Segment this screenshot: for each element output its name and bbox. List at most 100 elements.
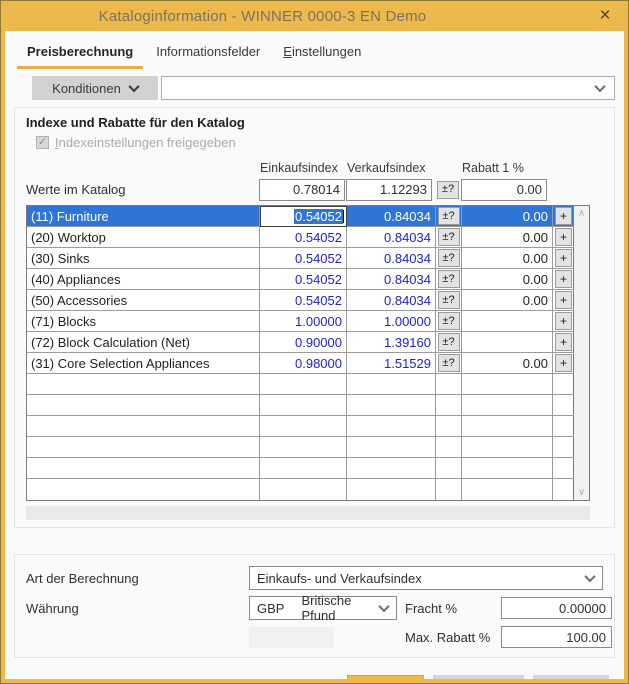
checkbox-checked-icon[interactable]: ✓ [36, 135, 49, 149]
row-name-cell: (20) Worktop [27, 227, 260, 248]
add-button[interactable]: + [555, 270, 572, 288]
table-row[interactable]: (71) Blocks 1.00000 1.00000 ±? + [27, 311, 574, 332]
table-row-empty [27, 416, 574, 437]
add-button[interactable]: + [555, 249, 572, 267]
empty-cell [347, 395, 436, 416]
tab-preisberechnung[interactable]: Preisberechnung [17, 41, 144, 69]
fracht-label: Fracht % [405, 600, 458, 616]
select-value: Einkaufs- und Verkaufsindex [257, 570, 422, 586]
index-section: Indexe und Rabatte für den Katalog ✓ Ind… [14, 107, 615, 528]
empty-cell [462, 395, 553, 416]
pm-cell: ±? [436, 290, 462, 311]
pm-cell: ±? [436, 206, 462, 227]
table-row[interactable]: (20) Worktop 0.54052 0.84034 ±? 0.00 + [27, 227, 574, 248]
horizontal-scrollbar[interactable] [26, 506, 590, 520]
add-button[interactable]: + [555, 207, 572, 225]
ok-button[interactable]: OK [347, 675, 425, 679]
add-button[interactable]: + [555, 228, 572, 246]
tab-informationsfelder[interactable]: Informationsfelder [146, 41, 270, 69]
table-row[interactable]: (72) Block Calculation (Net) 0.90000 1.391… [27, 332, 574, 353]
add-button[interactable]: + [555, 312, 572, 330]
vertical-scrollbar[interactable]: ∧ ∨ [574, 205, 590, 501]
verkaufsindex-cell[interactable]: 0.84034 [347, 206, 436, 227]
empty-cell [260, 458, 347, 479]
pm-cell: ±? [436, 227, 462, 248]
einkaufsindex-cell[interactable]: 0.54052 [260, 248, 347, 269]
plusminus-button[interactable]: ±? [437, 207, 460, 225]
table-row[interactable]: (11) Furniture 0.54052 0.84034 ±? 0.00 + [27, 206, 574, 227]
add-button[interactable]: + [555, 333, 572, 351]
plusminus-button[interactable]: ±? [437, 291, 460, 309]
table-row-empty [27, 479, 573, 500]
currency-name: Britische Pfund [301, 593, 352, 623]
text-caret [343, 210, 344, 223]
verkaufsindex-cell[interactable]: 0.84034 [347, 248, 436, 269]
verkaufsindex-cell[interactable]: 1.51529 [347, 353, 436, 374]
rabatt-cell[interactable]: 0.00 [462, 206, 553, 227]
plus-cell: + [553, 311, 574, 332]
close-icon[interactable]: × [592, 3, 618, 29]
chevron-down-icon [378, 600, 390, 613]
rabatt-cell[interactable] [462, 311, 553, 332]
table-row[interactable]: (30) Sinks 0.54052 0.84034 ±? 0.00 + [27, 248, 574, 269]
add-button[interactable]: + [555, 354, 572, 372]
plusminus-button[interactable]: ±? [437, 180, 459, 199]
einkaufsindex-cell[interactable]: 0.98000 [260, 353, 347, 374]
einkaufsindex-cell[interactable]: 0.54052 [260, 206, 347, 227]
scroll-down-icon[interactable]: ∨ [578, 487, 585, 498]
einkaufsindex-cell[interactable]: 0.90000 [260, 332, 347, 353]
plus-cell: + [553, 353, 574, 374]
art-der-berechnung-select[interactable]: Einkaufs- und Verkaufsindex [249, 566, 603, 590]
rabatt-cell[interactable] [462, 332, 553, 353]
empty-cell [436, 458, 462, 479]
verkaufsindex-cell[interactable]: 0.84034 [347, 227, 436, 248]
verkaufsindex-cell[interactable]: 1.39160 [347, 332, 436, 353]
rabatt-cell[interactable]: 0.00 [462, 269, 553, 290]
konditionen-combobox[interactable] [161, 76, 615, 100]
scroll-up-icon[interactable]: ∧ [578, 208, 585, 219]
plusminus-button[interactable]: ±? [437, 249, 460, 267]
help-button[interactable]: Hilfe [533, 675, 609, 679]
currency-select[interactable]: GBP Britische Pfund [249, 593, 397, 623]
tab-label: Preisberechnung [27, 44, 134, 59]
rabatt-cell[interactable]: 0.00 [462, 248, 553, 269]
table-row[interactable]: (31) Core Selection Appliances 0.98000 1.5… [27, 353, 574, 374]
empty-cell [347, 374, 436, 395]
fracht-field[interactable]: 0.00000 [501, 597, 612, 619]
verkaufsindex-cell[interactable]: 0.84034 [347, 290, 436, 311]
empty-cell [27, 479, 260, 500]
einkaufsindex-cell[interactable]: 0.54052 [260, 269, 347, 290]
verkaufsindex-cell[interactable]: 1.00000 [347, 311, 436, 332]
waehrung-label: Währung [26, 600, 79, 616]
verkaufsindex-cell[interactable]: 0.84034 [347, 269, 436, 290]
plusminus-button[interactable]: ±? [437, 354, 460, 372]
empty-cell [436, 395, 462, 416]
werte-verkaufsindex-field[interactable]: 1.12293 [346, 178, 432, 201]
werte-einkaufsindex-field[interactable]: 0.78014 [259, 178, 345, 201]
rabatt-cell[interactable]: 0.00 [462, 227, 553, 248]
empty-cell [27, 395, 260, 416]
tab-einstellungen[interactable]: Einstellungen [273, 41, 371, 69]
plusminus-button[interactable]: ±? [437, 312, 460, 330]
rabatt-cell[interactable]: 0.00 [462, 353, 553, 374]
einkaufsindex-cell[interactable]: 1.00000 [260, 311, 347, 332]
column-headers: Einkaufsindex Verkaufsindex Rabatt 1 % [26, 159, 603, 176]
plusminus-button[interactable]: ±? [437, 270, 460, 288]
rabatt-cell[interactable]: 0.00 [462, 290, 553, 311]
empty-cell [436, 374, 462, 395]
einkaufsindex-cell[interactable]: 0.54052 [260, 227, 347, 248]
konditionen-button[interactable]: Konditionen [32, 76, 158, 100]
empty-cell [553, 458, 574, 479]
dialog-window: Kataloginformation - WINNER 0000-3 EN De… [0, 0, 629, 684]
empty-cell [347, 437, 436, 458]
max-rabatt-field[interactable]: 100.00 [501, 626, 612, 648]
werte-rabatt-field[interactable]: 0.00 [461, 178, 547, 201]
plusminus-button[interactable]: ±? [437, 228, 460, 246]
plusminus-button[interactable]: ±? [437, 333, 460, 351]
cancel-button[interactable]: Abbrechen [433, 675, 524, 679]
table-row[interactable]: (40) Appliances 0.54052 0.84034 ±? 0.00 + [27, 269, 574, 290]
einkaufsindex-cell[interactable]: 0.54052 [260, 290, 347, 311]
index-table-rows: (11) Furniture 0.54052 0.84034 ±? 0.00 + (20) … [26, 205, 574, 501]
table-row[interactable]: (50) Accessories 0.54052 0.84034 ±? 0.00 + [27, 290, 574, 311]
add-button[interactable]: + [555, 291, 572, 309]
